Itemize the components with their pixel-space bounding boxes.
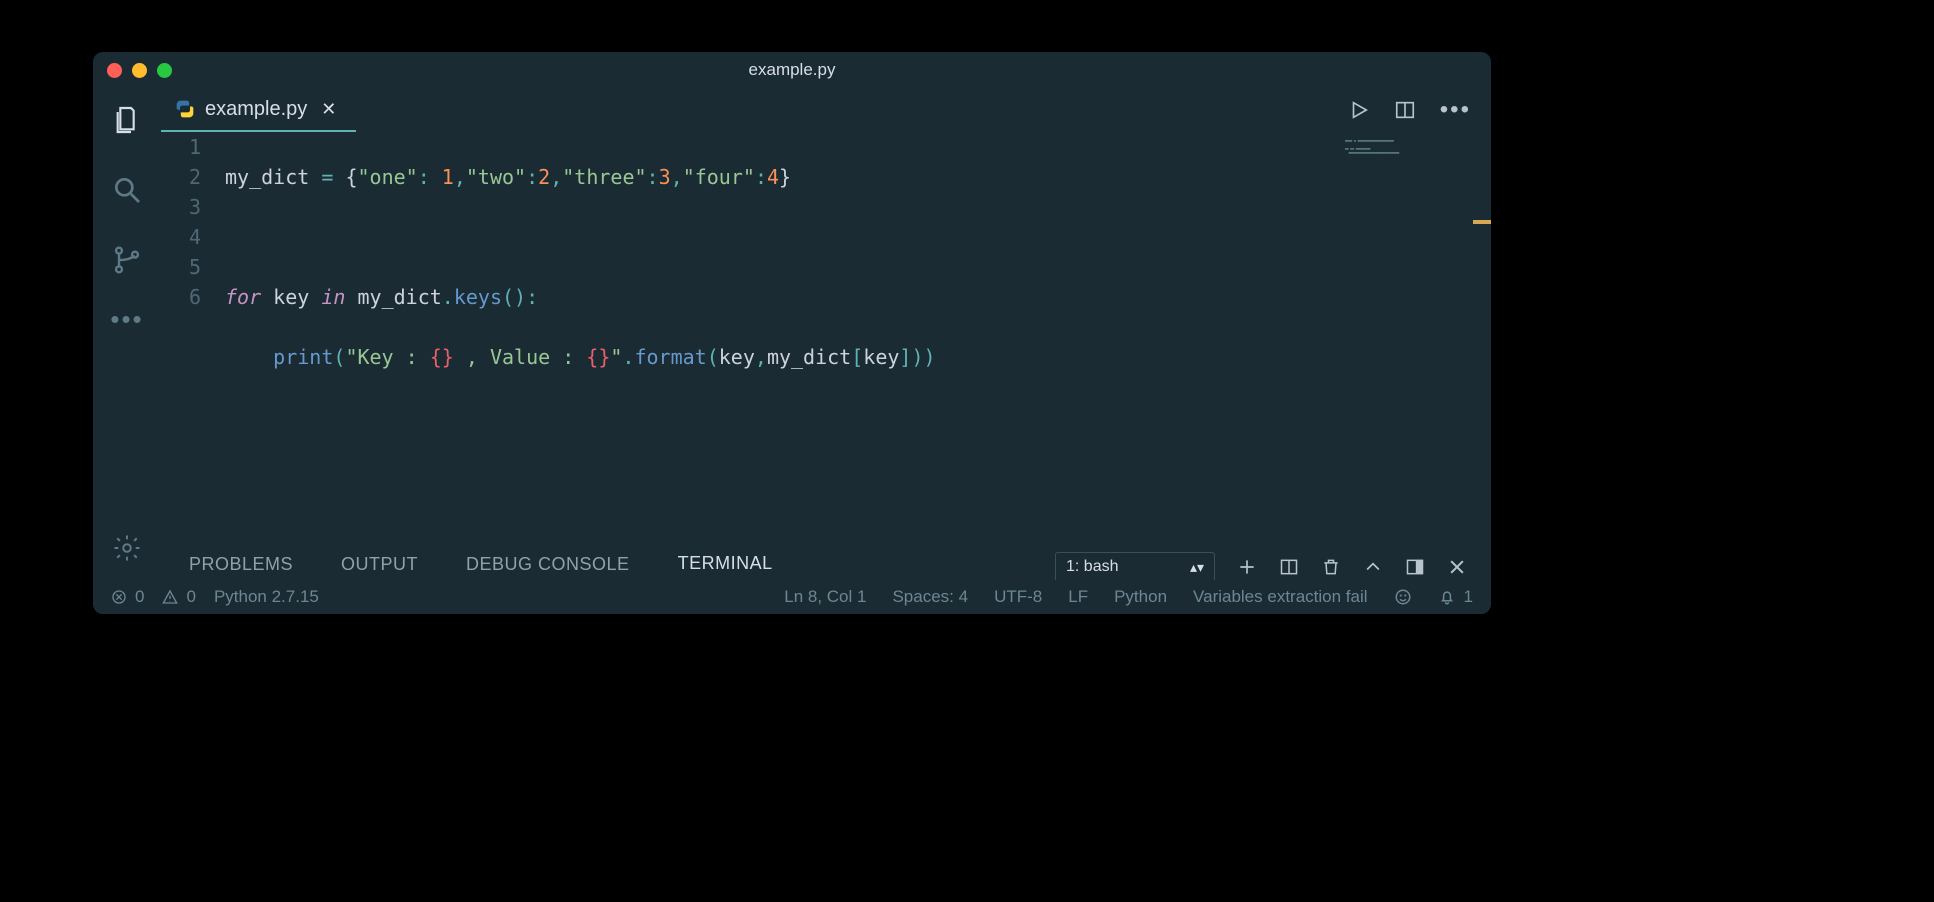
tab-terminal[interactable]: TERMINAL: [678, 553, 773, 581]
line-gutter: 1 2 3 4 5 6: [161, 132, 225, 552]
close-panel-icon[interactable]: [1447, 557, 1467, 577]
chevron-updown-icon: ▴▾: [1190, 560, 1204, 574]
titlebar[interactable]: example.py: [93, 52, 1491, 88]
editor-tabs: example.py ✕ •••: [161, 88, 1491, 132]
editor-actions: •••: [1348, 88, 1491, 132]
minimap[interactable]: ▄▄▄▄ ▄ ▄▄▄▄▄▄▄▄▄▄▄▄▄▄▄▄▄▄▄▄ ▄▄ ▄▄ ▄▄▄▄▄▄…: [1345, 138, 1485, 174]
explorer-icon[interactable]: [109, 102, 145, 138]
tab-problems[interactable]: PROBLEMS: [189, 554, 293, 581]
tab-output[interactable]: OUTPUT: [341, 554, 418, 581]
toggle-panel-icon[interactable]: [1405, 557, 1425, 577]
close-tab-icon[interactable]: ✕: [317, 99, 340, 120]
code-content[interactable]: my_dict = {"one": 1,"two":2,"three":3,"f…: [225, 132, 1491, 552]
code-editor[interactable]: 1 2 3 4 5 6 my_dict = {"one": 1,"two":2,…: [161, 132, 1491, 552]
tab-label: example.py: [205, 98, 307, 121]
error-icon: [111, 589, 127, 605]
split-terminal-icon[interactable]: [1279, 557, 1299, 577]
source-control-icon[interactable]: [109, 242, 145, 278]
traffic-lights: [107, 63, 172, 78]
minimize-window-button[interactable]: [132, 63, 147, 78]
overview-ruler-marker[interactable]: [1473, 220, 1491, 224]
status-errors[interactable]: 0: [111, 587, 144, 607]
kill-terminal-icon[interactable]: [1321, 557, 1341, 577]
python-file-icon: [175, 99, 195, 119]
terminal-selector-label: 1: bash: [1066, 558, 1118, 576]
zoom-window-button[interactable]: [157, 63, 172, 78]
panel-tabs: PROBLEMS OUTPUT DEBUG CONSOLE TERMINAL 1…: [161, 552, 1491, 582]
main-area: example.py ✕ ••• 1 2 3: [161, 88, 1491, 580]
tab-example-py[interactable]: example.py ✕: [161, 88, 356, 132]
terminal-selector[interactable]: 1: bash ▴▾: [1055, 552, 1215, 582]
editor-window: example.py ••• example.py: [93, 52, 1491, 614]
search-icon[interactable]: [109, 172, 145, 208]
tab-debug-console[interactable]: DEBUG CONSOLE: [466, 554, 630, 581]
run-icon[interactable]: [1348, 99, 1370, 121]
more-actions-icon[interactable]: •••: [1440, 96, 1471, 124]
window-title: example.py: [749, 60, 836, 80]
close-window-button[interactable]: [107, 63, 122, 78]
activity-bar: •••: [93, 88, 161, 580]
activity-overflow-icon[interactable]: •••: [110, 306, 143, 332]
bottom-panel: PROBLEMS OUTPUT DEBUG CONSOLE TERMINAL 1…: [161, 552, 1491, 580]
new-terminal-icon[interactable]: [1237, 557, 1257, 577]
terminal-output[interactable]: $ python3 example.py Key : one , Value :…: [161, 582, 1491, 614]
settings-gear-icon[interactable]: [109, 530, 145, 566]
split-editor-icon[interactable]: [1394, 99, 1416, 121]
maximize-panel-icon[interactable]: [1363, 557, 1383, 577]
